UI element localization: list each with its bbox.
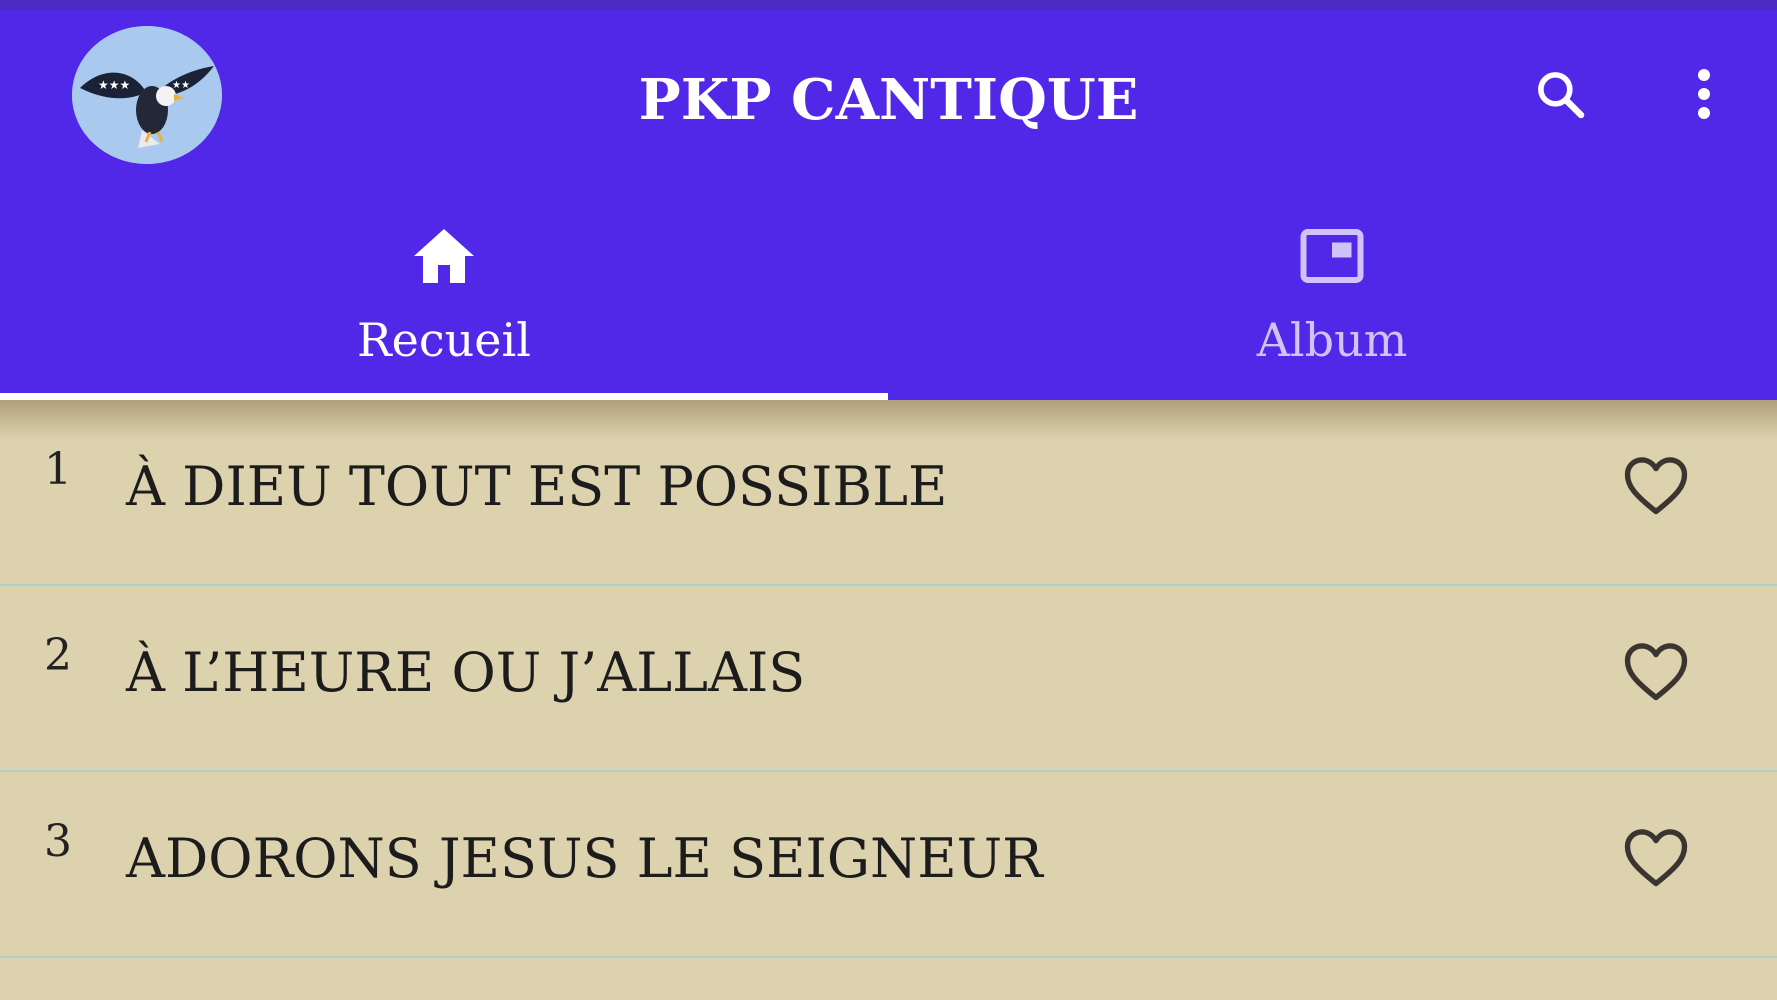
heart-outline-icon[interactable] bbox=[1620, 636, 1692, 708]
tab-bar: Recueil Album bbox=[0, 200, 1777, 410]
active-tab-indicator bbox=[0, 393, 888, 400]
tab-recueil[interactable]: Recueil bbox=[0, 200, 888, 410]
status-strip bbox=[0, 0, 1777, 10]
search-icon bbox=[1538, 72, 1585, 119]
more-vert-icon bbox=[1698, 69, 1710, 119]
app-title: PKP CANTIQUE bbox=[638, 67, 1139, 133]
app-bar: ★★★ ★★ PKP CANTIQUE Recueil Album bbox=[0, 10, 1777, 400]
list-item[interactable]: 3 ADORONS JESUS LE SEIGNEUR bbox=[0, 772, 1777, 958]
song-number: 2 bbox=[44, 630, 72, 681]
song-title: À DIEU TOUT EST POSSIBLE bbox=[126, 455, 948, 518]
song-number: 1 bbox=[44, 444, 72, 495]
list-item[interactable]: 2 À L’HEURE OU J’ALLAIS bbox=[0, 586, 1777, 772]
overflow-menu-button[interactable] bbox=[1664, 54, 1744, 134]
tab-recueil-label: Recueil bbox=[357, 313, 531, 367]
song-list: 1 À DIEU TOUT EST POSSIBLE 2 À L’HEURE O… bbox=[0, 400, 1777, 958]
home-icon bbox=[414, 229, 474, 283]
picture-in-picture-icon bbox=[1300, 229, 1364, 283]
list-item[interactable]: 1 À DIEU TOUT EST POSSIBLE bbox=[0, 400, 1777, 586]
heart-outline-icon[interactable] bbox=[1620, 450, 1692, 522]
tab-album-label: Album bbox=[1256, 313, 1408, 367]
song-title: À L’HEURE OU J’ALLAIS bbox=[126, 641, 806, 704]
song-title: ADORONS JESUS LE SEIGNEUR bbox=[126, 827, 1043, 890]
tab-album[interactable]: Album bbox=[888, 200, 1776, 410]
heart-outline-icon[interactable] bbox=[1620, 822, 1692, 894]
search-button[interactable] bbox=[1520, 54, 1600, 134]
song-number: 3 bbox=[44, 816, 72, 867]
